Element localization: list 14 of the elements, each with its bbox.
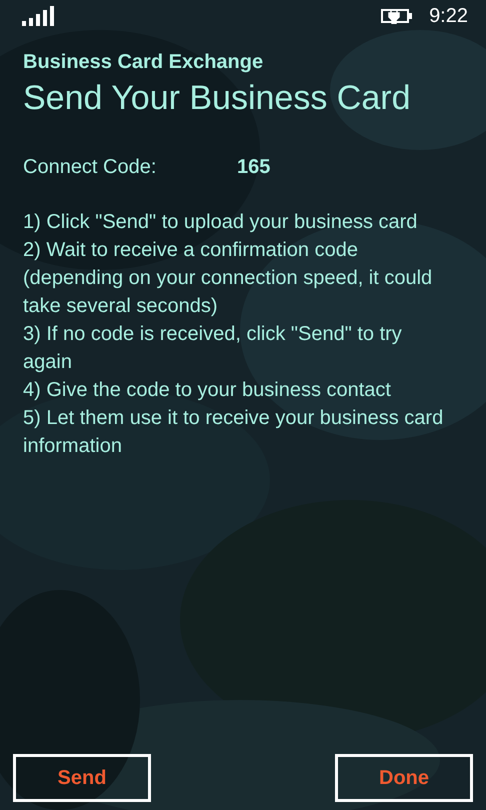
done-button[interactable]: Done (335, 754, 473, 802)
clock-time: 9:22 (429, 4, 468, 29)
app-title: Business Card Exchange (23, 50, 264, 75)
instruction-step: 4) Give the code to your business contact (23, 376, 449, 404)
instruction-step: 1) Click "Send" to upload your business card (23, 208, 449, 236)
instruction-step: 2) Wait to receive a confirmation code (depending on your connection speed, it could take several seconds) (23, 236, 449, 320)
instruction-step: 5) Let them use it to receive your business card information (23, 404, 449, 460)
battery-charging-icon (381, 8, 414, 24)
instruction-step: 3) If no code is received, click "Send" to try again (23, 320, 449, 376)
send-button[interactable]: Send (13, 754, 151, 802)
connect-code-label: Connect Code: (23, 154, 158, 180)
page-title: Send Your Business Card (23, 78, 412, 119)
signal-icon (22, 6, 54, 26)
connect-code-value: 165 (237, 154, 270, 180)
